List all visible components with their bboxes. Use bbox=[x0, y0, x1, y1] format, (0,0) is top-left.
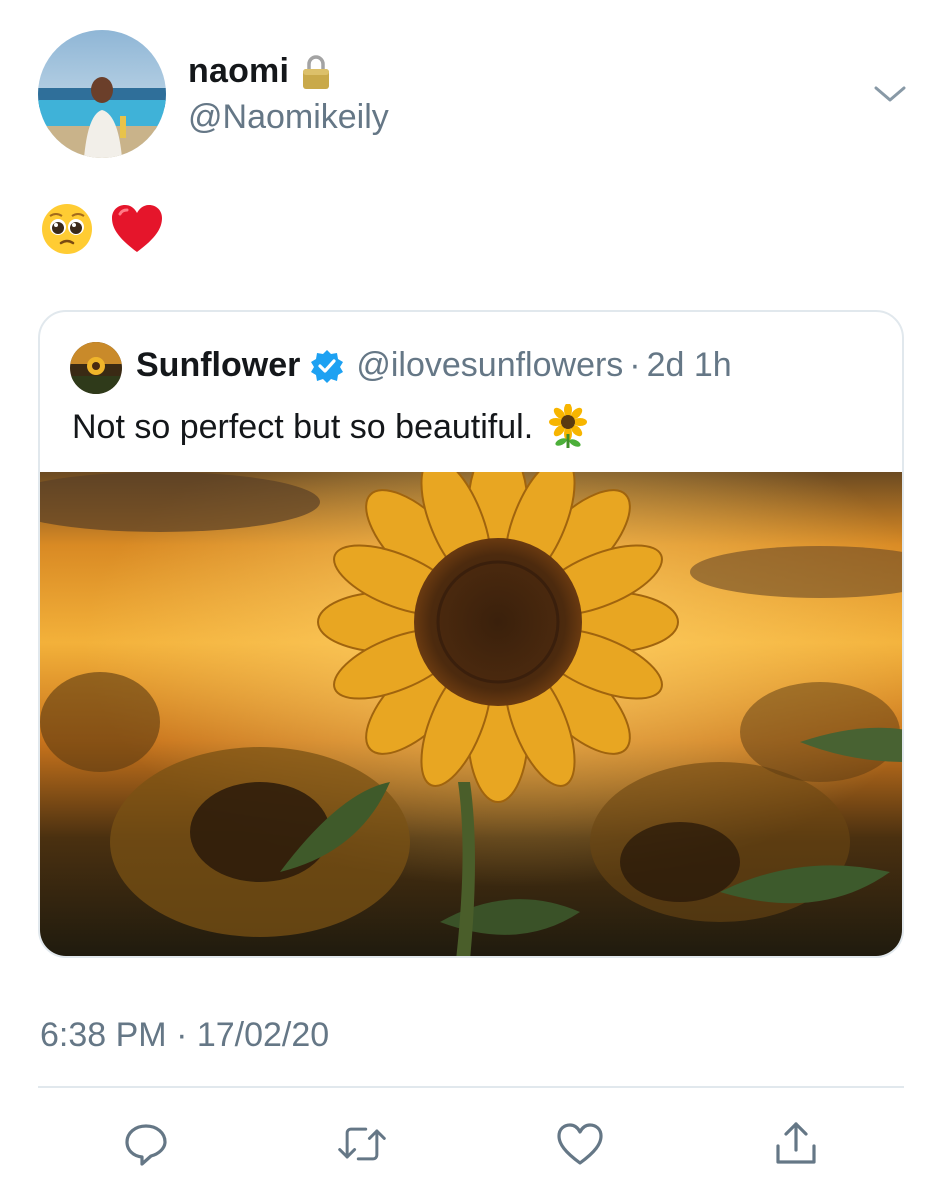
pleading-face-icon bbox=[42, 204, 92, 254]
author-handle[interactable]: @Naomikeily bbox=[188, 98, 389, 137]
tweet-timestamp[interactable]: 6:38 PM · 17/02/20 bbox=[40, 1016, 329, 1055]
quoted-author-handle[interactable]: @ilovesunflowers bbox=[356, 346, 623, 385]
sunflower-photo[interactable] bbox=[40, 472, 904, 958]
quoted-tweet-time[interactable]: 2d 1h bbox=[647, 346, 732, 385]
share-icon bbox=[776, 1122, 816, 1164]
like-button[interactable] bbox=[554, 1118, 606, 1170]
like-icon bbox=[557, 1123, 603, 1165]
author-display-name[interactable]: naomi bbox=[188, 52, 289, 91]
red-heart-icon bbox=[112, 205, 162, 252]
verified-badge-icon bbox=[311, 349, 344, 383]
reply-button[interactable] bbox=[120, 1118, 172, 1170]
lock-icon bbox=[301, 53, 331, 91]
sunflower-icon bbox=[549, 404, 588, 448]
share-button[interactable] bbox=[770, 1118, 822, 1170]
quoted-tweet-text: Not so perfect but so beautiful. bbox=[72, 407, 534, 446]
quoted-tweet-card[interactable]: Sunflower @ilovesunflowers · 2d 1h Not s… bbox=[38, 310, 904, 958]
chevron-down-icon[interactable] bbox=[872, 80, 908, 108]
separator-dot: · bbox=[629, 346, 641, 384]
quoted-author-avatar[interactable] bbox=[70, 342, 122, 394]
quoted-author-name[interactable]: Sunflower bbox=[136, 346, 300, 385]
retweet-icon bbox=[338, 1127, 386, 1161]
author-avatar[interactable] bbox=[38, 30, 166, 158]
tweet-text bbox=[40, 202, 164, 256]
divider bbox=[38, 1086, 904, 1088]
reply-icon bbox=[125, 1124, 167, 1166]
retweet-button[interactable] bbox=[336, 1118, 388, 1170]
